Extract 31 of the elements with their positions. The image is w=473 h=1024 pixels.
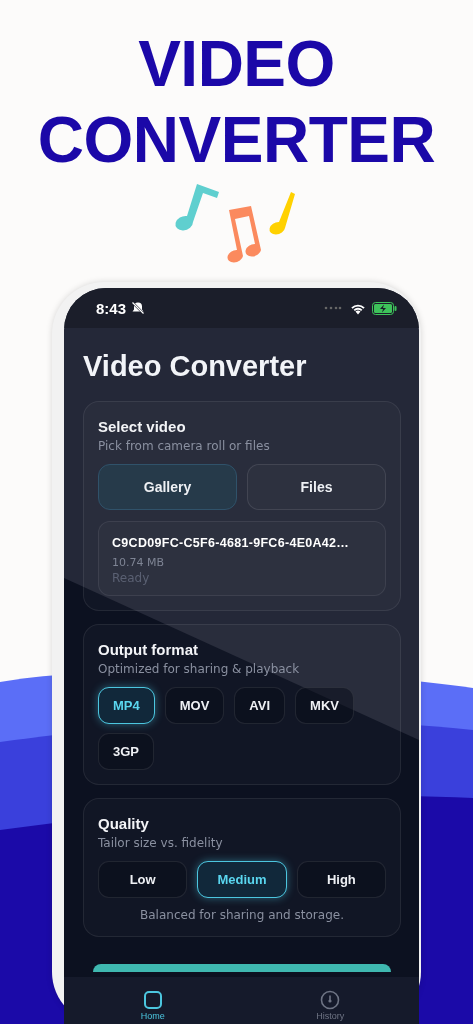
headline: VIDEO xyxy=(138,27,335,102)
quality-button[interactable]: Low xyxy=(98,861,188,898)
nav-tab[interactable]: Home xyxy=(64,977,242,1024)
card-subtitle: Pick from camera roll or files xyxy=(98,438,271,455)
source-button[interactable]: Files xyxy=(247,464,386,510)
bell-slash-icon xyxy=(131,301,146,315)
quality-button[interactable]: High xyxy=(296,861,386,898)
signal-dots-icon xyxy=(324,306,342,310)
screen-title: Video Converter xyxy=(83,349,308,384)
card-title: Select video xyxy=(98,417,187,437)
card-title: Output format xyxy=(98,640,199,660)
format-chip[interactable]: 3GP xyxy=(98,733,154,770)
clock-icon xyxy=(320,990,341,1010)
card-subtitle: Optimized for sharing & playback xyxy=(98,661,301,678)
action-button[interactable] xyxy=(93,964,391,972)
nav-tab[interactable]: History xyxy=(241,977,419,1024)
file-size: 10.74 MB xyxy=(112,556,166,569)
format-chip[interactable]: AVI xyxy=(234,687,286,724)
format-chip[interactable]: MOV xyxy=(164,687,225,724)
square-icon xyxy=(142,990,163,1010)
quality-note: Balanced for sharing and storage. xyxy=(139,908,345,922)
headline: CONVERTER xyxy=(37,103,436,178)
file-name: C9CD09FC-C5F6-4681-9FC6-4E0A42… xyxy=(112,536,351,550)
battery-charging-icon xyxy=(372,301,397,315)
format-chip[interactable]: MP4 xyxy=(98,687,155,724)
card-subtitle: Tailor size vs. fidelity xyxy=(98,835,224,852)
format-chip[interactable]: MKV xyxy=(295,687,354,724)
quality-button[interactable]: Medium xyxy=(197,861,287,898)
status-time: 8:43 xyxy=(96,299,127,317)
card-title: Quality xyxy=(98,814,150,834)
source-button[interactable]: Gallery xyxy=(98,464,237,510)
